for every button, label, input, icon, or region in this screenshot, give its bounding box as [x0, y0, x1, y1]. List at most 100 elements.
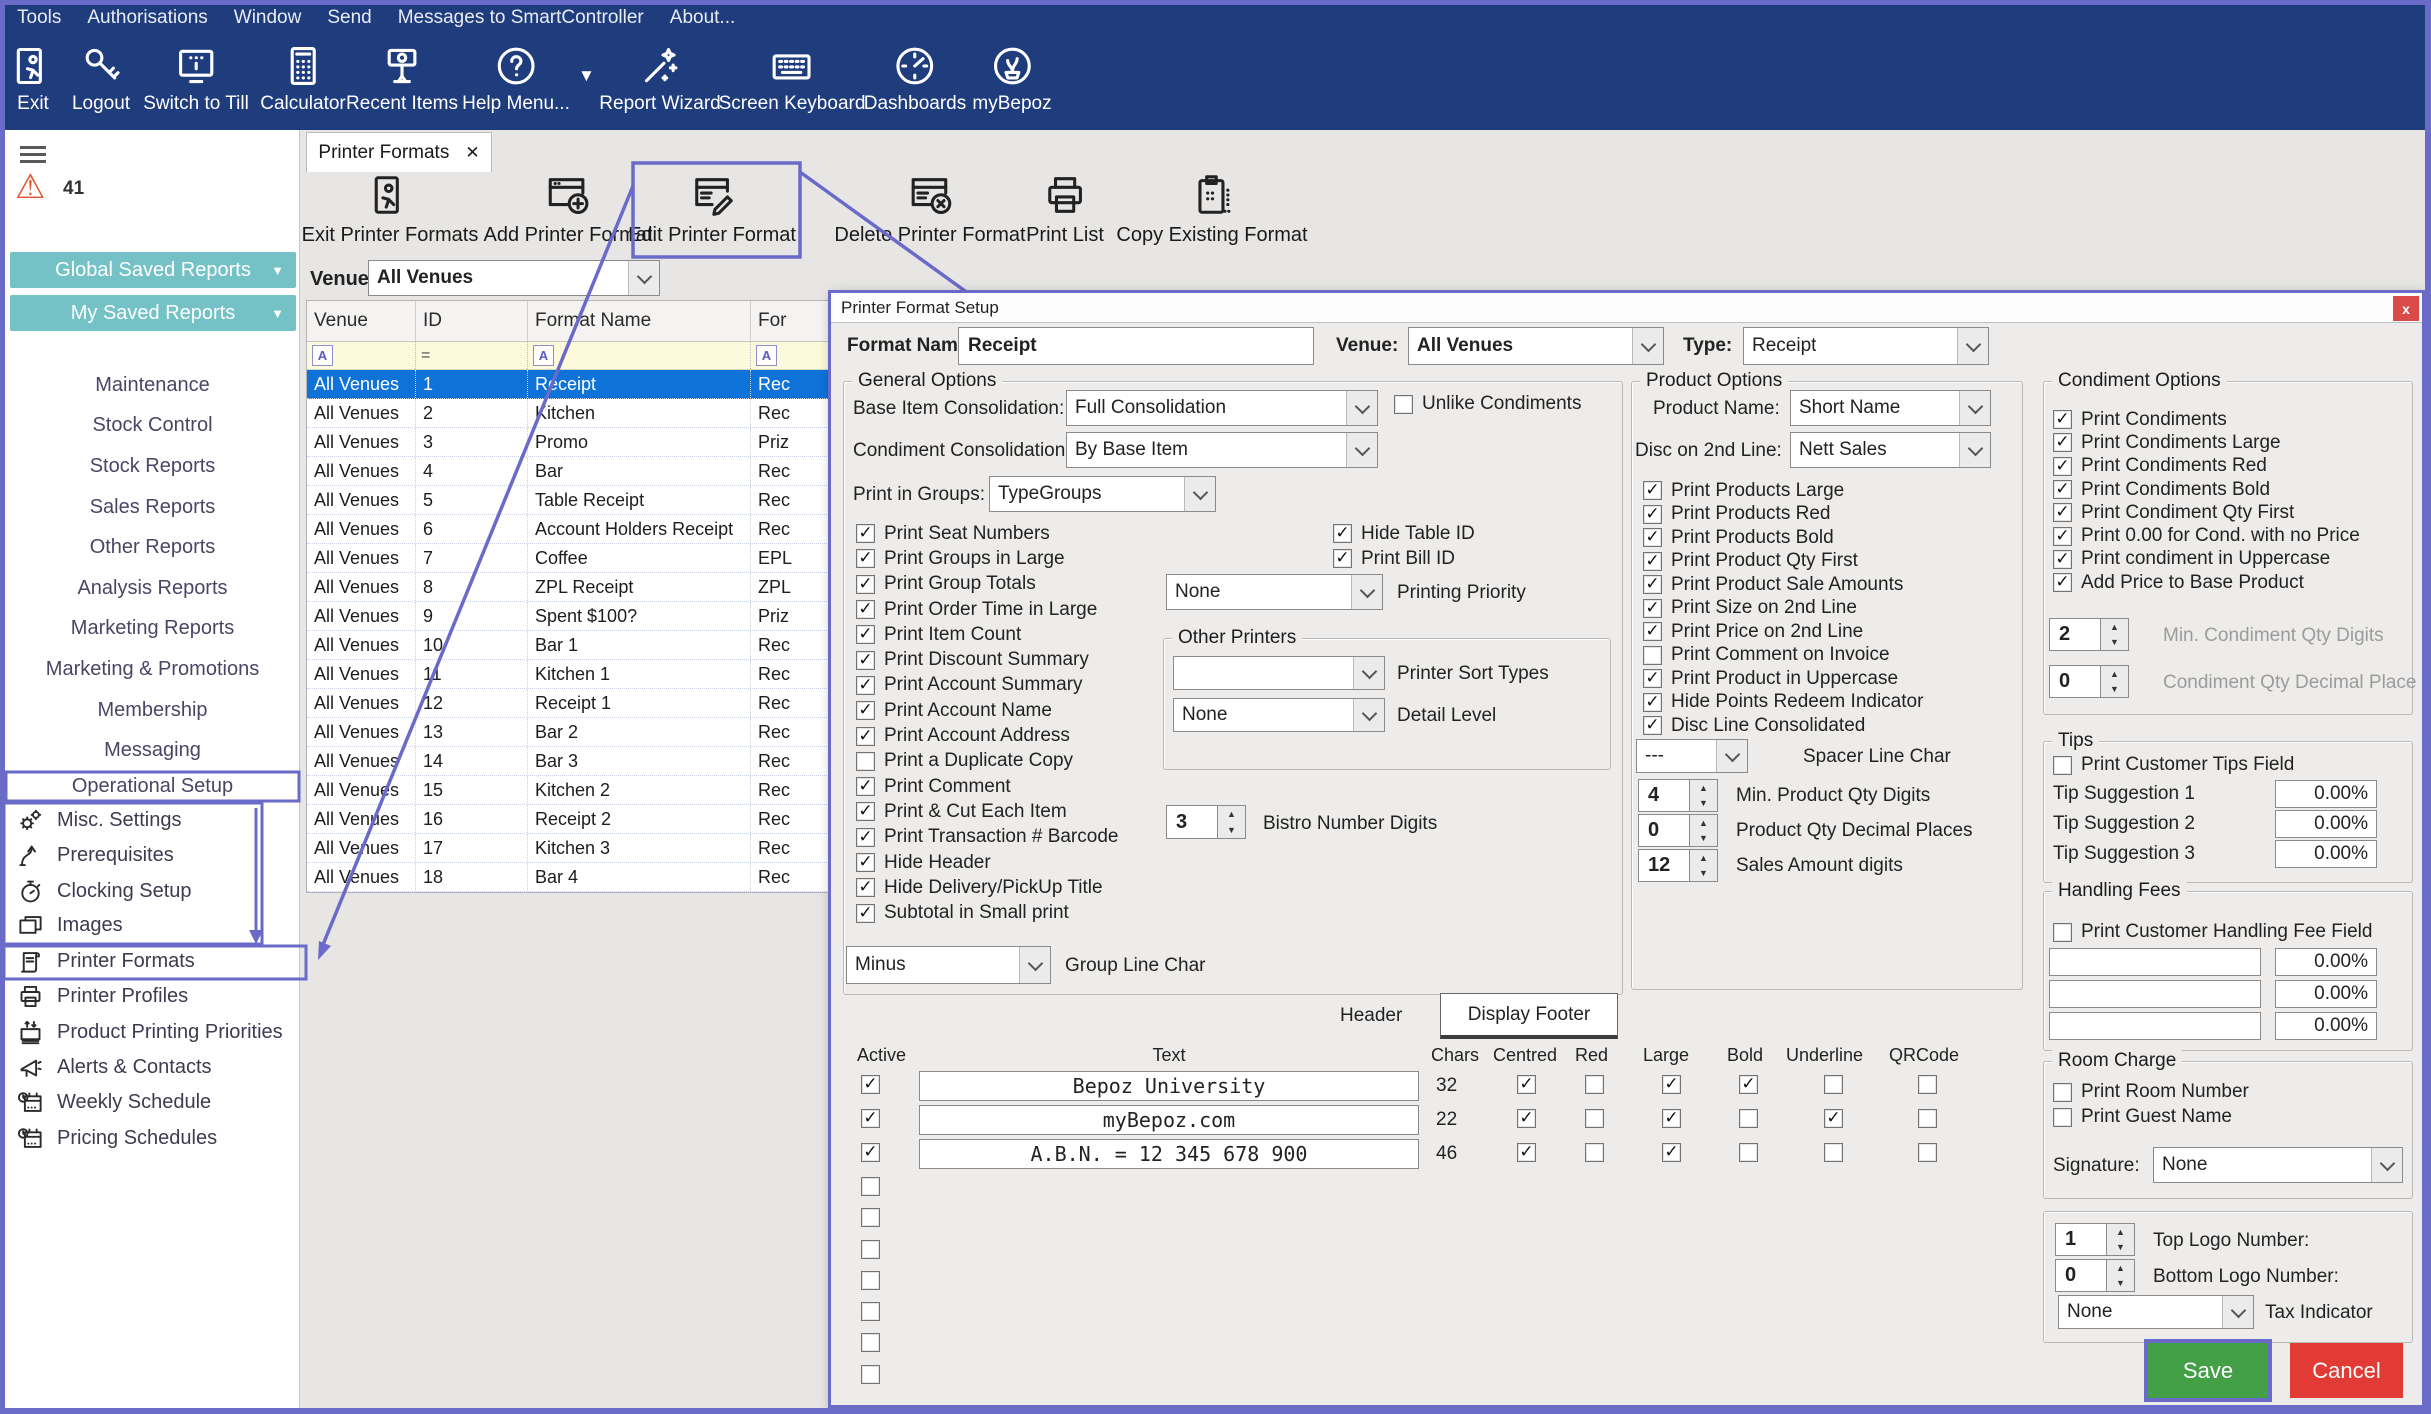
checkbox[interactable] — [2053, 503, 2072, 522]
report-wizard-button[interactable]: Report Wizard — [599, 44, 720, 115]
min-condiment-qty-digits-spinner[interactable]: 2 ▲▼ — [2049, 618, 2129, 651]
option-row[interactable]: Print Item Count — [856, 622, 1118, 647]
tip-suggestion-1-input[interactable]: 0.00% — [2275, 780, 2377, 808]
switch-to-till-button[interactable]: Switch to Till — [143, 44, 249, 115]
venue-filter-select[interactable]: All Venues — [368, 260, 660, 296]
table-row[interactable]: All Venues 17 Kitchen 3 Rec — [307, 834, 829, 863]
tab-close-icon[interactable]: ✕ — [465, 143, 479, 163]
warning-triangle-icon[interactable]: ⚠ — [15, 170, 45, 204]
table-row[interactable]: All Venues 12 Receipt 1 Rec — [307, 689, 829, 718]
calculator-button[interactable]: Calculator — [260, 44, 346, 115]
footer-text-input[interactable]: Bepoz University — [919, 1071, 1419, 1101]
sidebar-item-alerts-contacts[interactable]: Alerts & Contacts — [17, 1050, 212, 1084]
checkbox[interactable] — [856, 727, 875, 746]
text-filter-icon[interactable]: A — [533, 345, 554, 366]
large-checkbox[interactable] — [1662, 1143, 1681, 1162]
checkbox[interactable] — [2053, 410, 2072, 429]
menu-messages-smartcontroller[interactable]: Messages to SmartController — [398, 7, 644, 29]
large-checkbox[interactable] — [1662, 1075, 1681, 1094]
checkbox[interactable] — [1333, 549, 1352, 568]
option-row[interactable]: Print Bill ID — [1333, 546, 1475, 571]
option-row[interactable]: Print Size on 2nd Line — [1643, 597, 1923, 621]
checkbox[interactable] — [856, 777, 875, 796]
red-checkbox[interactable] — [1585, 1075, 1604, 1094]
print-customer-handling-fee-checkbox[interactable] — [2053, 923, 2072, 942]
chevron-down-icon[interactable] — [1632, 328, 1663, 364]
checkbox[interactable] — [856, 752, 875, 771]
option-row[interactable]: Print Groups in Large — [856, 546, 1118, 571]
sidebar-report-link[interactable]: Stock Reports — [5, 446, 300, 487]
sidebar-item-images[interactable]: Images — [17, 908, 123, 942]
option-row[interactable]: Print Account Name — [856, 698, 1118, 723]
format-name-input[interactable]: Receipt — [958, 327, 1314, 365]
recent-items-button[interactable]: Recent Items — [346, 44, 458, 115]
option-row[interactable]: Print Price on 2nd Line — [1643, 620, 1923, 644]
top-logo-number-spinner[interactable]: 1 ▲▼ — [2055, 1223, 2135, 1256]
qrcode-checkbox[interactable] — [1918, 1143, 1937, 1162]
col-format-name[interactable]: Format Name — [528, 301, 751, 341]
spinner-arrows-icon[interactable]: ▲▼ — [1690, 849, 1718, 882]
print-in-groups-select[interactable]: TypeGroups — [989, 476, 1216, 512]
text-filter-icon[interactable]: A — [312, 345, 333, 366]
unlike-condiments-option[interactable]: Unlike Condiments — [1394, 393, 1581, 415]
table-row[interactable]: All Venues 1 Receipt Rec — [307, 370, 829, 399]
checkbox[interactable] — [856, 575, 875, 594]
checkbox[interactable] — [2053, 573, 2072, 592]
option-row[interactable]: Print Product in Uppercase — [1643, 667, 1923, 691]
checkbox[interactable] — [1643, 693, 1662, 712]
option-row[interactable]: Print Condiments Red — [2053, 455, 2360, 478]
tab-header[interactable]: Header — [1340, 1005, 1402, 1027]
unlike-condiments-checkbox[interactable] — [1394, 395, 1413, 414]
qrcode-checkbox[interactable] — [1918, 1109, 1937, 1128]
table-row[interactable]: All Venues 18 Bar 4 Rec — [307, 863, 829, 892]
checkbox[interactable] — [856, 549, 875, 568]
active-checkbox[interactable] — [861, 1240, 880, 1259]
sidebar-report-link[interactable]: Maintenance — [5, 365, 300, 406]
chevron-down-icon[interactable] — [1184, 477, 1215, 511]
checkbox[interactable] — [1643, 575, 1662, 594]
table-row[interactable]: All Venues 13 Bar 2 Rec — [307, 718, 829, 747]
underline-checkbox[interactable] — [1824, 1075, 1843, 1094]
table-row[interactable]: All Venues 15 Kitchen 2 Rec — [307, 776, 829, 805]
red-checkbox[interactable] — [1585, 1143, 1604, 1162]
table-row[interactable]: All Venues 5 Table Receipt Rec — [307, 486, 829, 515]
active-checkbox[interactable] — [861, 1143, 880, 1162]
base-item-consolidation-select[interactable]: Full Consolidation — [1066, 390, 1378, 426]
condiment-qty-decimal-place-spinner[interactable]: 0 ▲▼ — [2049, 665, 2129, 698]
edit-printer-format-button[interactable]: Edit Printer Format — [628, 172, 796, 247]
checkbox[interactable] — [856, 802, 875, 821]
checkbox[interactable] — [1333, 524, 1352, 543]
sidebar-item-prerequisites[interactable]: Prerequisites — [17, 838, 174, 872]
option-row[interactable]: Hide Header — [856, 850, 1118, 875]
chevron-down-icon[interactable] — [1959, 391, 1990, 425]
underline-checkbox[interactable] — [1824, 1109, 1843, 1128]
product-qty-decimal-places-spinner[interactable]: 0 ▲▼ — [1638, 814, 1718, 847]
checkbox[interactable] — [856, 625, 875, 644]
condiment-consolidation-select[interactable]: By Base Item — [1066, 432, 1378, 468]
active-checkbox[interactable] — [861, 1365, 880, 1384]
spinner-arrows-icon[interactable]: ▲▼ — [2107, 1259, 2135, 1292]
checkbox[interactable] — [1643, 646, 1662, 665]
sidebar-item-printer-profiles[interactable]: Printer Profiles — [17, 979, 188, 1013]
centred-checkbox[interactable] — [1517, 1075, 1536, 1094]
chevron-down-icon[interactable] — [1353, 699, 1384, 731]
checkbox[interactable] — [856, 828, 875, 847]
sidebar-report-link[interactable]: Membership — [5, 690, 300, 731]
print-list-button[interactable]: Print List — [1026, 172, 1104, 247]
active-checkbox[interactable] — [861, 1208, 880, 1227]
bottom-logo-number-spinner[interactable]: 0 ▲▼ — [2055, 1259, 2135, 1292]
checkbox[interactable] — [856, 524, 875, 543]
dialog-type-select[interactable]: Receipt — [1743, 327, 1989, 365]
option-row[interactable]: Print Condiments Bold — [2053, 478, 2360, 501]
spinner-arrows-icon[interactable]: ▲▼ — [2101, 618, 2129, 651]
print-customer-tips-option[interactable]: Print Customer Tips Field — [2053, 754, 2294, 776]
text-filter-icon[interactable]: A — [756, 345, 777, 366]
active-checkbox[interactable] — [861, 1271, 880, 1290]
option-row[interactable]: Print Products Large — [1643, 479, 1923, 503]
checkbox[interactable] — [856, 651, 875, 670]
print-customer-handling-fee-option[interactable]: Print Customer Handling Fee Field — [2053, 921, 2372, 943]
bistro-number-digits-spinner[interactable]: 3 ▲▼ — [1166, 805, 1246, 839]
option-row[interactable]: Print Products Red — [1643, 503, 1923, 527]
option-row[interactable]: Print Product Qty First — [1643, 550, 1923, 574]
handling-fee-name-2-input[interactable] — [2049, 980, 2261, 1008]
